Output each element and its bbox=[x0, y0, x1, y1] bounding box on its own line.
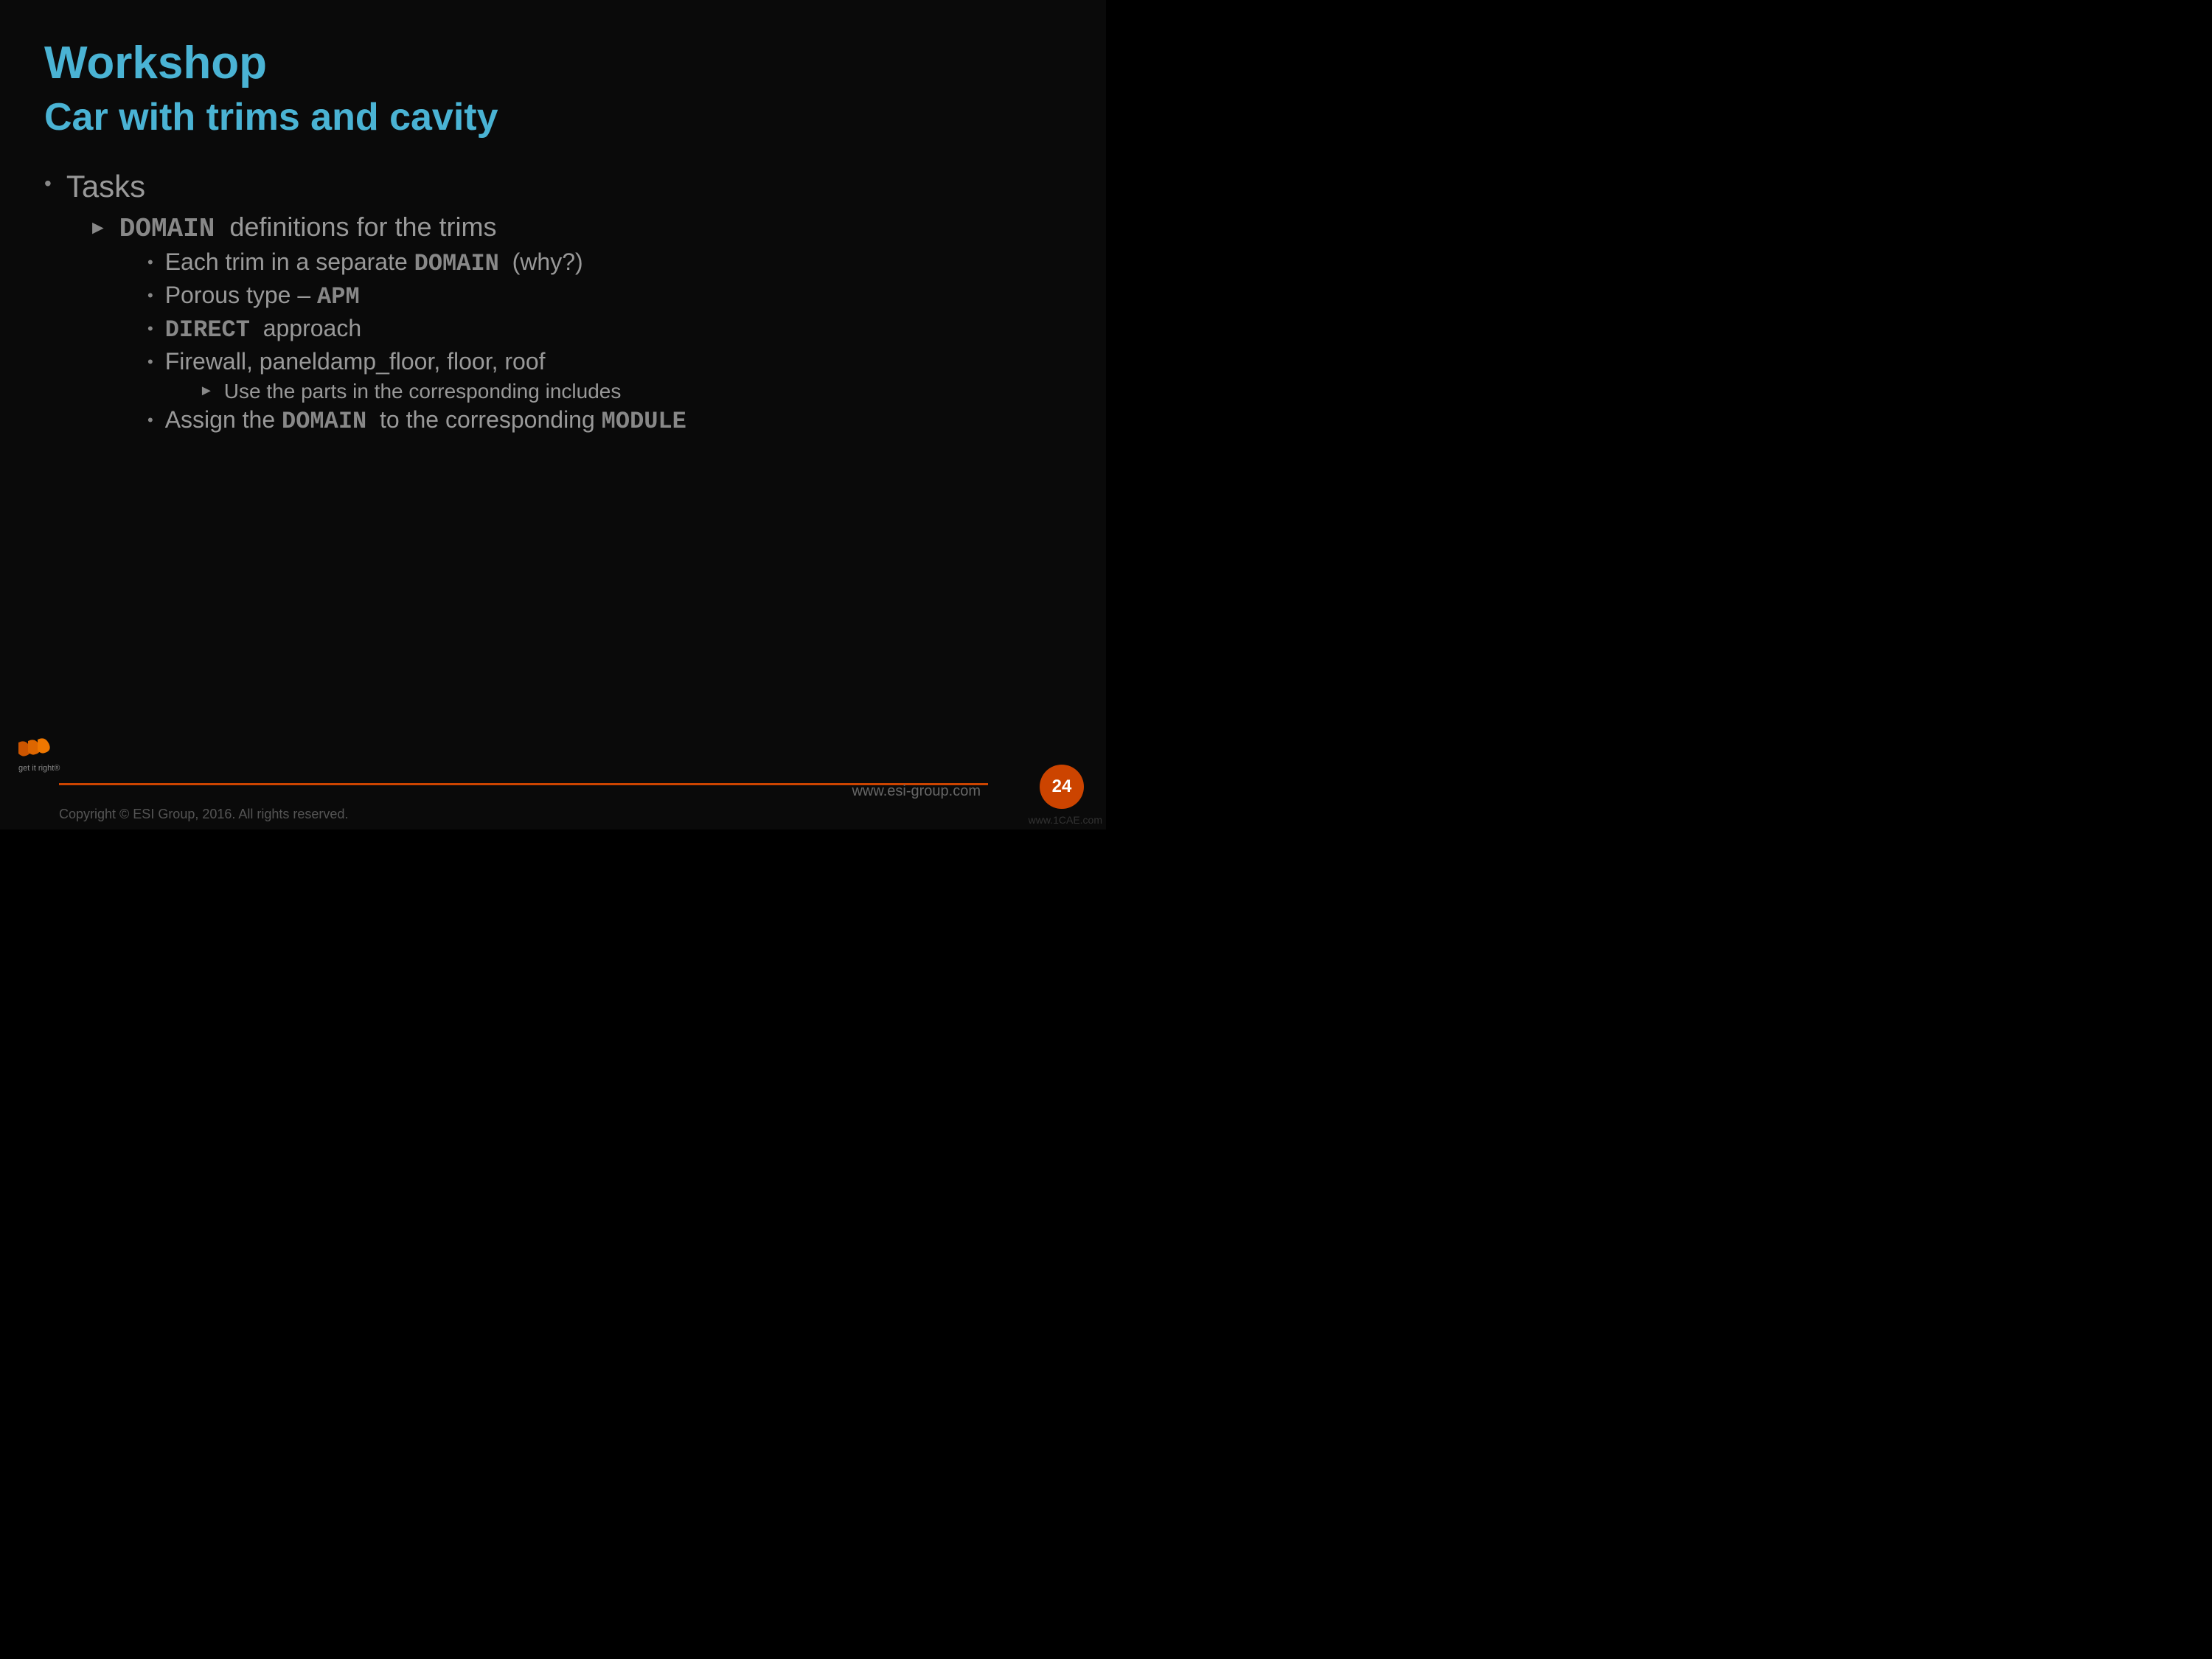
bullet-circle-large: • bbox=[44, 172, 52, 195]
title-workshop: Workshop bbox=[44, 37, 1062, 89]
bullet-small-5: • bbox=[147, 411, 153, 430]
level3-text-1: Each trim in a separate DOMAIN (why?) bbox=[165, 248, 583, 277]
level4-item-1: ► Use the parts in the corresponding inc… bbox=[199, 380, 1062, 403]
level3-item-5: • Assign the DOMAIN to the corresponding… bbox=[147, 406, 1062, 435]
watermark: www.1CAE.com bbox=[1029, 814, 1102, 826]
direct-mono: DIRECT bbox=[165, 316, 250, 344]
domain-mono-1: DOMAIN bbox=[119, 214, 215, 244]
footer-website: www.esi-group.com bbox=[852, 783, 981, 800]
svg-text:get it right®: get it right® bbox=[18, 764, 60, 773]
level3-text-2: Porous type – APM bbox=[165, 282, 360, 310]
bullet-small-3: • bbox=[147, 319, 153, 338]
level3-item-3: • DIRECT approach bbox=[147, 315, 1062, 344]
footer-line bbox=[59, 783, 988, 785]
level4-container: ► Use the parts in the corresponding inc… bbox=[199, 380, 1062, 403]
title-subtitle: Car with trims and cavity bbox=[44, 95, 1062, 139]
module-mono: MODULE bbox=[602, 408, 686, 435]
domain-mono-2: DOMAIN bbox=[414, 250, 499, 277]
level3-container: • Each trim in a separate DOMAIN (why?) … bbox=[147, 248, 1062, 435]
level3-item-2: • Porous type – APM bbox=[147, 282, 1062, 310]
level3-text-3: DIRECT approach bbox=[165, 315, 361, 344]
level3-text-5: Assign the DOMAIN to the corresponding M… bbox=[165, 406, 686, 435]
apm-mono: APM bbox=[317, 283, 360, 310]
tasks-label: Tasks bbox=[66, 169, 145, 204]
footer: get it right® www.esi-group.com 24 Copyr… bbox=[0, 771, 1106, 830]
level2-domain-item: ► DOMAIN definitions for the trims bbox=[88, 212, 1062, 244]
level3-item-1: • Each trim in a separate DOMAIN (why?) bbox=[147, 248, 1062, 277]
bullet-small-1: • bbox=[147, 253, 153, 272]
level1-tasks: • Tasks bbox=[44, 169, 1062, 204]
esi-logo: get it right® bbox=[15, 735, 81, 779]
arrow-bullet-1: ► bbox=[88, 216, 108, 239]
domain-mono-3: DOMAIN bbox=[282, 408, 366, 435]
footer-copyright: Copyright © ESI Group, 2016. All rights … bbox=[59, 807, 348, 822]
level3-item-4: • Firewall, paneldamp_floor, floor, roof bbox=[147, 348, 1062, 375]
footer-page-badge: 24 bbox=[1040, 765, 1084, 809]
level4-text-1: Use the parts in the corresponding inclu… bbox=[224, 380, 622, 403]
arrow-bullet-2: ► bbox=[199, 383, 214, 400]
level3-text-4: Firewall, paneldamp_floor, floor, roof bbox=[165, 348, 546, 375]
slide: Workshop Car with trims and cavity • Tas… bbox=[0, 0, 1106, 830]
level2-domain-text: DOMAIN definitions for the trims bbox=[119, 212, 497, 244]
content-area: • Tasks ► DOMAIN definitions for the tri… bbox=[44, 169, 1062, 435]
bullet-small-2: • bbox=[147, 286, 153, 305]
level2-container: ► DOMAIN definitions for the trims • Eac… bbox=[88, 212, 1062, 435]
bullet-small-4: • bbox=[147, 352, 153, 372]
